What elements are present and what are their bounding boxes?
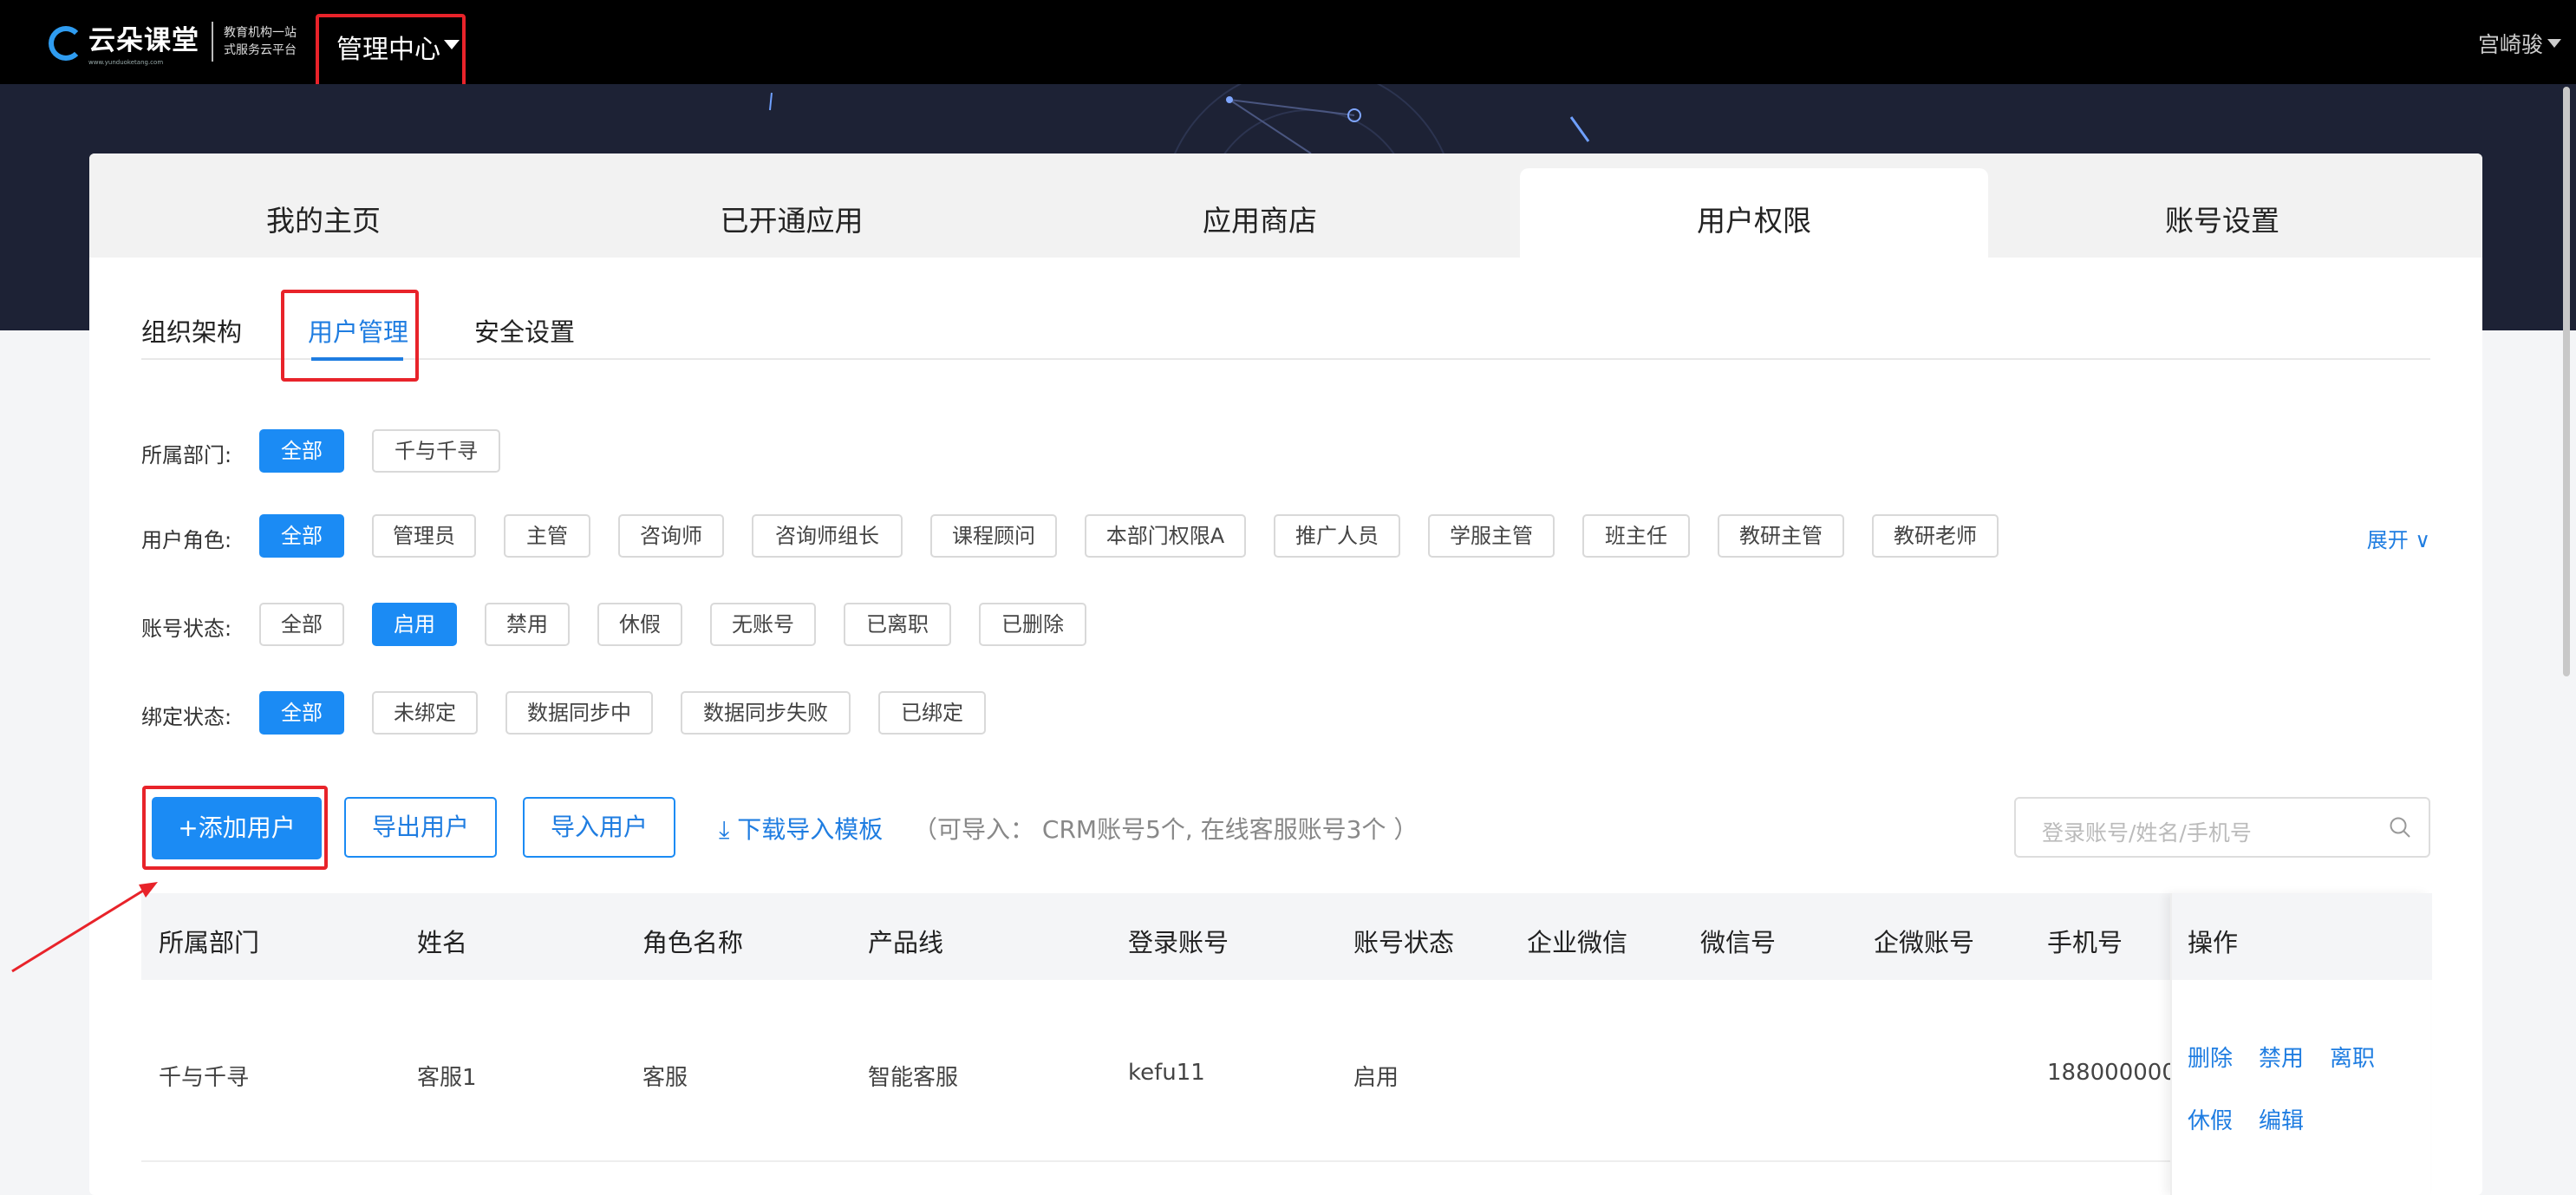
- tab-app-store[interactable]: 应用商店: [1026, 153, 1494, 258]
- logo-slogan-line2: 式服务云平台: [224, 43, 297, 57]
- brand-logo[interactable]: 云朵课堂 www.yunduoketang.com 教育机构一站 式服务云平台: [49, 10, 297, 73]
- status-option-deleted[interactable]: 已删除: [979, 603, 1086, 646]
- dept-option-qianyuqianxun[interactable]: 千与千寻: [372, 429, 500, 473]
- status-option-resigned[interactable]: 已离职: [844, 603, 951, 646]
- role-option-supervisor[interactable]: 主管: [504, 514, 590, 558]
- role-option-service-supervisor[interactable]: 学服主管: [1428, 514, 1555, 558]
- binding-option-sync-failed[interactable]: 数据同步失败: [681, 691, 851, 735]
- main-card: 我的主页 已开通应用 应用商店 用户权限 账号设置 组织架构 用户管理 安全设置…: [89, 153, 2482, 1195]
- role-option-research-teacher[interactable]: 教研老师: [1872, 514, 1999, 558]
- leave-user-link[interactable]: 休假: [2188, 1103, 2233, 1135]
- role-option-all[interactable]: 全部: [259, 514, 344, 558]
- cell-product-line: 智能客服: [868, 1065, 959, 1091]
- logo-divider: [212, 22, 213, 62]
- binding-option-unbound[interactable]: 未绑定: [372, 691, 478, 735]
- download-template-label: 下载导入模板: [737, 815, 884, 844]
- top-bar: 云朵课堂 www.yunduoketang.com 教育机构一站 式服务云平台 …: [0, 0, 2576, 90]
- annotation-highlight-user-management: [281, 290, 419, 382]
- col-wechat: 微信号: [1700, 928, 1777, 957]
- filter-binding-status: 绑定状态: 全部 未绑定 数据同步中 数据同步失败 已绑定: [141, 691, 2482, 735]
- filter-department: 所属部门: 全部 千与千寻: [141, 429, 2482, 473]
- cloud-logo-icon: [49, 14, 83, 69]
- user-menu[interactable]: 宫崎骏: [2478, 28, 2543, 59]
- role-option-course-advisor[interactable]: 课程顾问: [930, 514, 1057, 558]
- col-role: 角色名称: [642, 928, 744, 957]
- tab-opened-apps[interactable]: 已开通应用: [558, 153, 1026, 258]
- filter-label-binding-status: 绑定状态:: [141, 705, 232, 729]
- role-option-admin[interactable]: 管理员: [372, 514, 476, 558]
- edit-user-link[interactable]: 编辑: [2259, 1103, 2304, 1135]
- subtab-security-settings[interactable]: 安全设置: [474, 312, 575, 349]
- table-row[interactable]: 千与千寻 客服1 客服 智能客服 kefu11 启用 1880000000: [141, 980, 2430, 1162]
- cell-status: 启用: [1353, 1065, 1399, 1091]
- cell-login: kefu11: [1128, 1060, 1205, 1086]
- tab-user-permissions[interactable]: 用户权限: [1520, 168, 1988, 258]
- ops-header: 操作: [2172, 893, 2432, 980]
- disable-user-link[interactable]: 禁用: [2259, 1041, 2304, 1073]
- table-header: 所属部门 姓名 角色名称 产品线 登录账号 账号状态 企业微信 微信号 企微账号…: [141, 893, 2430, 980]
- download-template-link[interactable]: ⤓ 下载导入模板: [719, 811, 883, 846]
- col-phone: 手机号: [2047, 928, 2123, 957]
- annotation-highlight-admin-center: [316, 14, 466, 90]
- delete-user-link[interactable]: 删除: [2188, 1041, 2233, 1073]
- import-users-button[interactable]: 导入用户: [523, 797, 675, 858]
- cell-role: 客服: [642, 1065, 688, 1091]
- tab-account-settings[interactable]: 账号设置: [1988, 153, 2456, 258]
- status-option-enabled[interactable]: 启用: [372, 603, 457, 646]
- role-option-dept-permission-a[interactable]: 本部门权限A: [1085, 514, 1246, 558]
- expand-roles-link[interactable]: 展开 ∨: [2367, 523, 2430, 553]
- role-option-research-supervisor[interactable]: 教研主管: [1718, 514, 1844, 558]
- main-tabs: 我的主页 已开通应用 应用商店 用户权限 账号设置: [89, 153, 2482, 258]
- col-wecom: 企业微信: [1527, 928, 1628, 957]
- col-wecom-account: 企微账号: [1874, 928, 1975, 957]
- logo-name: 云朵课堂: [88, 24, 199, 56]
- search-icon[interactable]: [2389, 816, 2411, 839]
- logo-url: www.yunduoketang.com: [88, 58, 164, 66]
- annotation-arrow-icon: [11, 882, 158, 973]
- export-users-button[interactable]: 导出用户: [344, 797, 497, 858]
- page-scrollbar[interactable]: [2563, 87, 2570, 676]
- filter-label-account-status: 账号状态:: [141, 617, 232, 641]
- user-chevron-down-icon[interactable]: [2547, 39, 2561, 48]
- role-option-class-teacher[interactable]: 班主任: [1582, 514, 1690, 558]
- binding-option-all[interactable]: 全部: [259, 691, 344, 735]
- cell-department: 千与千寻: [159, 1065, 250, 1091]
- cell-name: 客服1: [417, 1065, 477, 1091]
- search-placeholder: 登录账号/姓名/手机号: [2042, 820, 2252, 846]
- status-option-disabled[interactable]: 禁用: [485, 603, 570, 646]
- col-name: 姓名: [417, 928, 468, 957]
- status-option-no-account[interactable]: 无账号: [710, 603, 816, 646]
- filter-label-department: 所属部门:: [141, 443, 232, 467]
- user-search-input[interactable]: 登录账号/姓名/手机号: [2014, 797, 2430, 858]
- col-department: 所属部门: [159, 928, 260, 957]
- col-status: 账号状态: [1353, 928, 1455, 957]
- binding-option-bound[interactable]: 已绑定: [878, 691, 986, 735]
- logo-slogan: 教育机构一站 式服务云平台: [224, 24, 297, 59]
- filter-label-role: 用户角色:: [141, 528, 232, 552]
- filter-role: 用户角色: 全部 管理员 主管 咨询师 咨询师组长 课程顾问 本部门权限A 推广…: [141, 514, 2430, 558]
- subtab-org-structure[interactable]: 组织架构: [141, 312, 242, 349]
- col-login: 登录账号: [1128, 928, 1229, 957]
- tab-home[interactable]: 我的主页: [89, 153, 558, 258]
- filter-account-status: 账号状态: 全部 启用 禁用 休假 无账号 已离职 已删除: [141, 603, 2482, 646]
- resign-user-link[interactable]: 离职: [2330, 1041, 2375, 1073]
- col-operations: 操作: [2188, 928, 2239, 957]
- download-icon: ⤓: [719, 815, 738, 844]
- operations-column: 操作 删除 禁用 离职 休假 编辑: [2170, 893, 2432, 1195]
- col-product-line: 产品线: [868, 928, 944, 957]
- logo-slogan-line1: 教育机构一站: [224, 26, 297, 40]
- status-option-leave[interactable]: 休假: [597, 603, 682, 646]
- import-quota-hint: （可导入： CRM账号5个, 在线客服账号3个 ）: [913, 815, 1418, 844]
- role-option-promoter[interactable]: 推广人员: [1274, 514, 1400, 558]
- sub-navigation: 组织架构 用户管理 安全设置: [141, 271, 2430, 361]
- binding-option-syncing[interactable]: 数据同步中: [505, 691, 653, 735]
- cell-phone: 1880000000: [2047, 1060, 2191, 1086]
- role-option-consultant-lead[interactable]: 咨询师组长: [752, 514, 903, 558]
- status-option-all[interactable]: 全部: [259, 603, 344, 646]
- dept-option-all[interactable]: 全部: [259, 429, 344, 473]
- role-option-consultant[interactable]: 咨询师: [618, 514, 724, 558]
